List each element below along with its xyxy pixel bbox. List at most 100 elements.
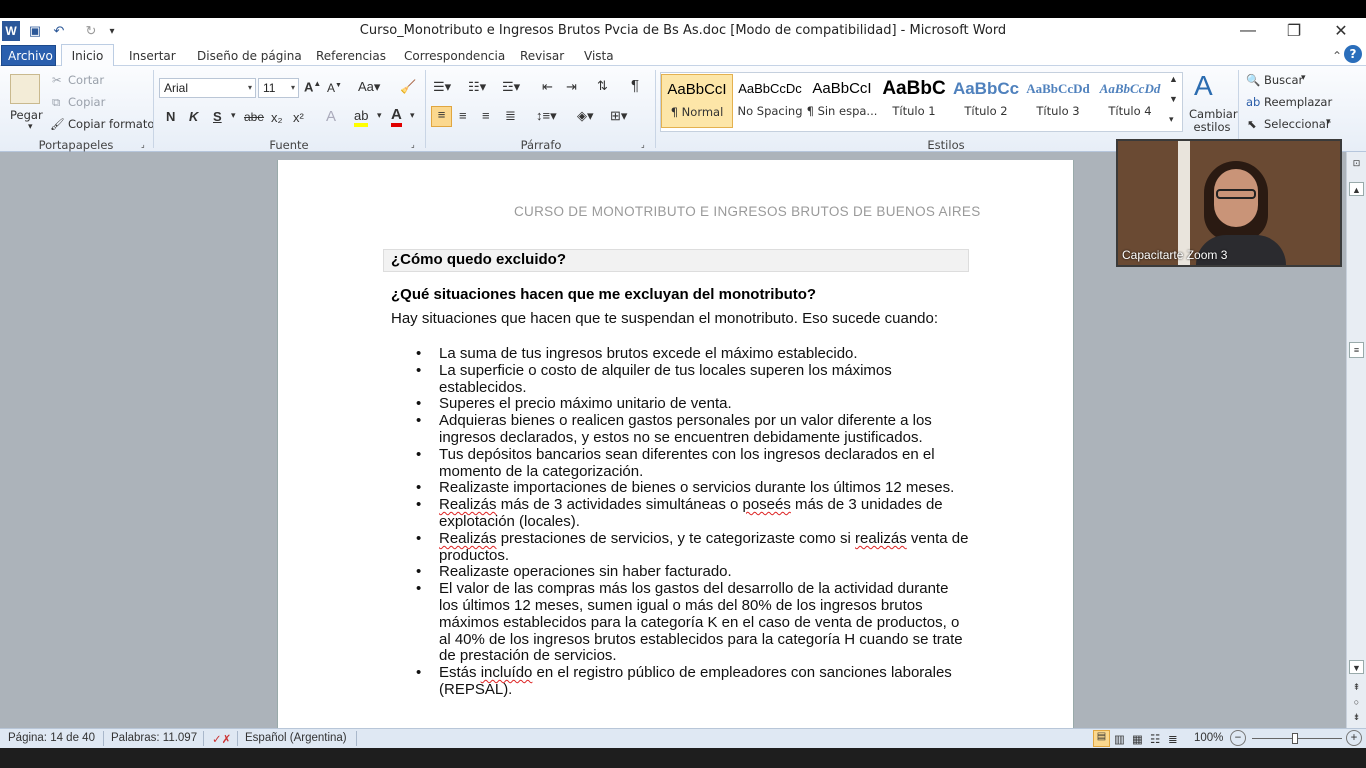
style-titulo-4[interactable]: AaBbCcDd Título 4 <box>1094 74 1166 128</box>
font-name-combo[interactable]: Arial ▾ <box>159 78 256 98</box>
subscript-button[interactable]: x₂ <box>271 110 283 125</box>
help-icon[interactable]: ? <box>1344 45 1362 63</box>
select-button[interactable]: Seleccionar <box>1264 117 1331 131</box>
zoom-in-icon[interactable]: + <box>1346 730 1362 746</box>
zoom-out-icon[interactable]: − <box>1230 730 1246 746</box>
window-title: Curso_Monotributo e Ingresos Brutos Pvci… <box>359 23 1007 38</box>
language-indicator[interactable]: Español (Argentina) <box>245 732 347 744</box>
underline-dropdown-icon[interactable]: ▾ <box>231 110 236 121</box>
style-no-spacing[interactable]: AaBbCcDc No Spacing <box>734 74 806 128</box>
find-dropdown-icon[interactable]: ▾ <box>1301 73 1306 83</box>
text-effects-icon[interactable]: A <box>326 108 336 125</box>
underline-button[interactable]: S <box>213 109 222 124</box>
paste-icon[interactable] <box>10 74 40 104</box>
decrease-indent-icon[interactable]: ⇤ <box>542 79 553 95</box>
tab-archivo[interactable]: Archivo <box>1 45 56 66</box>
paste-dropdown-icon[interactable]: ▾ <box>28 122 33 132</box>
styles-scroll-down-icon[interactable]: ▼ <box>1169 94 1178 104</box>
clear-format-icon[interactable]: 🧹 <box>400 79 416 95</box>
copy-button[interactable]: Copiar <box>68 95 105 109</box>
highlight-icon[interactable]: ab <box>354 108 369 127</box>
borders-icon[interactable]: ⊞▾ <box>610 108 627 124</box>
style-normal-label: ¶ Normal <box>670 105 724 119</box>
draft-view-icon[interactable]: ≣ <box>1168 732 1178 746</box>
zoom-level[interactable]: 100% <box>1194 732 1223 744</box>
close-button[interactable]: ✕ <box>1318 18 1364 44</box>
paragraph-launcher-icon[interactable]: ⌟ <box>641 140 645 149</box>
scroll-up-icon[interactable]: ▲ <box>1349 182 1364 196</box>
show-marks-icon[interactable]: ¶ <box>631 77 639 94</box>
font-color-icon[interactable]: A <box>391 106 402 127</box>
justify-button[interactable]: ≣ <box>505 108 516 124</box>
replace-icon: ab <box>1246 95 1261 109</box>
outline-view-icon[interactable]: ☷ <box>1150 732 1160 746</box>
style-sin-espaciado[interactable]: AaBbCcI ¶ Sin espa... <box>806 74 878 128</box>
find-button[interactable]: Buscar <box>1264 73 1303 87</box>
zoom-slider-thumb[interactable] <box>1292 733 1298 744</box>
shading-icon[interactable]: ◈▾ <box>577 108 594 124</box>
italic-button[interactable]: K <box>189 109 198 124</box>
ruler-toggle-icon[interactable]: ⊡ <box>1349 156 1364 170</box>
grow-font-icon[interactable]: A▲ <box>304 79 321 94</box>
align-left-button[interactable]: ≡ <box>431 106 452 127</box>
list-item: • El valor de las compras más los gastos … <box>416 580 963 665</box>
multilevel-list-icon[interactable]: ☲▾ <box>502 79 520 95</box>
proofing-icon[interactable]: ✓✗ <box>212 732 231 746</box>
tab-revisar[interactable]: Revisar <box>514 47 570 66</box>
style-titulo-3[interactable]: AaBbCcDd Título 3 <box>1022 74 1094 128</box>
bullets-icon[interactable]: ☰▾ <box>433 79 451 95</box>
tab-insertar[interactable]: Insertar <box>123 47 182 66</box>
numbering-icon[interactable]: ☷▾ <box>468 79 486 95</box>
tab-correspondencia[interactable]: Correspondencia <box>398 47 511 66</box>
print-layout-view-icon[interactable]: ▤ <box>1093 730 1110 747</box>
cut-button[interactable]: Cortar <box>68 73 104 87</box>
minimize-button[interactable]: — <box>1225 18 1271 44</box>
vertical-scrollbar[interactable]: ⊡ ▲ ≡ ▼ ⇞ ○ ⇟ <box>1346 152 1366 728</box>
previous-page-icon[interactable]: ⇞ <box>1349 680 1364 694</box>
bold-button[interactable]: N <box>166 109 175 124</box>
styles-more-icon[interactable]: ▾ <box>1169 114 1174 125</box>
tab-diseno-pagina[interactable]: Diseño de página <box>191 47 308 66</box>
select-dropdown-icon[interactable]: ▾ <box>1326 117 1331 127</box>
paste-button[interactable]: Pegar <box>10 108 43 122</box>
page-count[interactable]: Página: 14 de 40 <box>8 732 95 744</box>
change-styles-icon[interactable]: A <box>1194 70 1213 102</box>
increase-indent-icon[interactable]: ⇥ <box>566 79 577 95</box>
align-center-button[interactable]: ≡ <box>459 108 467 123</box>
style-normal[interactable]: AaBbCcI ¶ Normal <box>661 74 733 128</box>
clipboard-launcher-icon[interactable]: ⌟ <box>141 140 145 149</box>
replace-button[interactable]: Reemplazar <box>1264 95 1332 109</box>
shrink-font-icon[interactable]: A▼ <box>327 81 342 95</box>
font-launcher-icon[interactable]: ⌟ <box>411 140 415 149</box>
tab-vista[interactable]: Vista <box>578 47 620 66</box>
word-count[interactable]: Palabras: 11.097 <box>111 732 197 744</box>
strikethrough-button[interactable]: abe <box>244 110 264 124</box>
full-screen-reading-view-icon[interactable]: ▥ <box>1114 732 1125 746</box>
font-color-dropdown-icon[interactable]: ▾ <box>410 110 415 121</box>
list-item: • Realizaste importaciones de bienes o se… <box>416 479 955 497</box>
change-styles-button[interactable]: Cambiar estilos <box>1189 108 1238 134</box>
format-painter-button[interactable]: Copiar formato <box>68 117 154 131</box>
font-size-combo[interactable]: 11 ▾ <box>258 78 299 98</box>
tab-referencias[interactable]: Referencias <box>310 47 392 66</box>
style-sin-espaciado-preview: AaBbCcI <box>812 80 872 97</box>
line-spacing-icon[interactable]: ↕≡▾ <box>536 108 557 124</box>
sort-icon[interactable]: ⇅ <box>597 78 608 94</box>
web-layout-view-icon[interactable]: ▦ <box>1132 732 1143 746</box>
align-right-button[interactable]: ≡ <box>482 108 490 123</box>
scroll-thumb[interactable]: ≡ <box>1349 342 1364 358</box>
style-titulo-1[interactable]: AaBbC Título 1 <box>878 74 950 128</box>
document-page[interactable]: CURSO DE MONOTRIBUTO E INGRESOS BRUTOS D… <box>277 160 1074 728</box>
style-titulo-2[interactable]: AaBbCc Título 2 <box>950 74 1022 128</box>
superscript-button[interactable]: x² <box>293 110 304 125</box>
browse-object-icon[interactable]: ○ <box>1349 695 1364 709</box>
select-icon: ⬉ <box>1247 117 1257 131</box>
restore-button[interactable]: ❐ <box>1271 18 1317 44</box>
highlight-dropdown-icon[interactable]: ▾ <box>377 110 382 121</box>
group-label-font: Fuente <box>269 138 309 152</box>
next-page-icon[interactable]: ⇟ <box>1349 710 1364 724</box>
scroll-down-icon[interactable]: ▼ <box>1349 660 1364 674</box>
change-case-icon[interactable]: Aa▾ <box>358 79 380 95</box>
styles-scroll-up-icon[interactable]: ▲ <box>1169 74 1178 84</box>
tab-inicio[interactable]: Inicio <box>61 44 114 67</box>
